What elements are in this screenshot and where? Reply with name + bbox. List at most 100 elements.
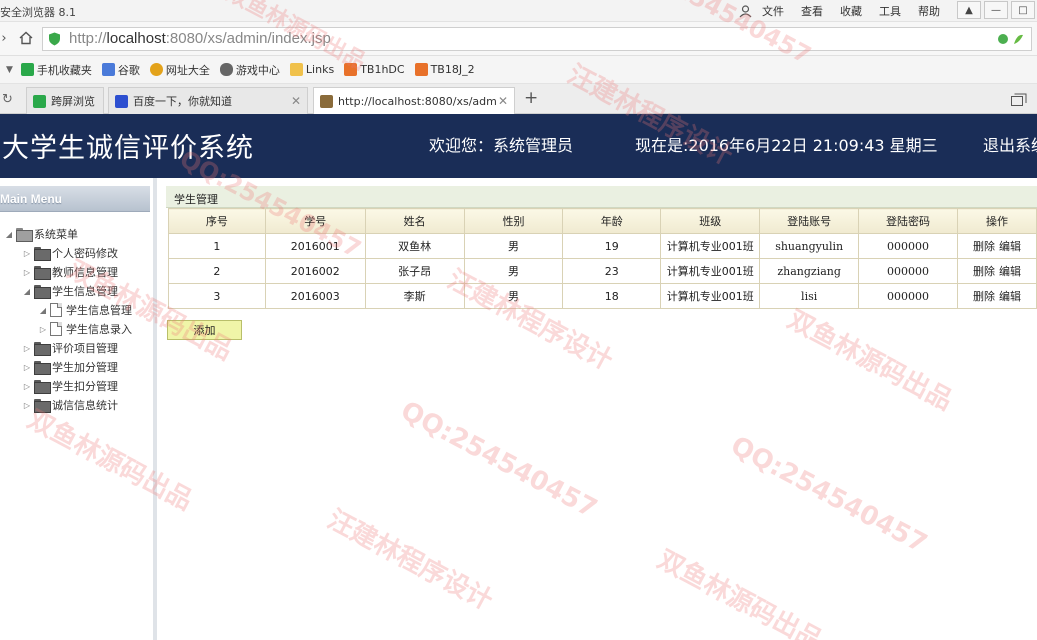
column-header: 学号 [264, 208, 366, 234]
sidebar-item-evaluation[interactable]: ▷ 评价项目管理 [22, 340, 118, 356]
table-cell: 2016003 [264, 283, 366, 309]
edit-link[interactable]: 编辑 [999, 240, 1021, 253]
sidebar-item-deduction[interactable]: ▷ 学生扣分管理 [22, 378, 118, 394]
column-header: 班级 [660, 208, 761, 234]
bookmark-game-center[interactable]: 游戏中心 [219, 62, 280, 78]
tab-baidu[interactable]: 百度一下，你就知道 ✕ [108, 87, 308, 114]
column-header: 年龄 [562, 208, 662, 234]
url-input[interactable]: http://localhost:8080/xs/admin/index.jsp [42, 27, 1032, 51]
bookmarks-bar: ▼ 手机收藏夹 谷歌 网址大全 游戏中心 Links TB1hDC TB18J_… [0, 56, 1037, 84]
delete-link[interactable]: 删除 [973, 265, 995, 278]
baidu-icon [115, 94, 128, 108]
sidebar-item-statistics[interactable]: ▷ 诚信信息统计 [22, 397, 118, 413]
sidebar-item-teachers[interactable]: ▷ 教师信息管理 [22, 264, 118, 280]
tab-localhost[interactable]: http://localhost:8080/xs/adm ✕ [313, 87, 515, 115]
delete-link[interactable]: 删除 [973, 290, 995, 303]
tree-root[interactable]: ◢ 系统菜单 [4, 226, 78, 242]
forward-icon[interactable]: › [0, 30, 12, 46]
bookmark-google[interactable]: 谷歌 [101, 62, 140, 78]
add-button[interactable]: 添加 [167, 320, 242, 340]
bookmark-mobile-favorites[interactable]: 手机收藏夹 [20, 62, 92, 78]
table-cell: 男 [463, 233, 564, 259]
actions-cell: 删除 编辑 [956, 258, 1037, 284]
column-header: 登陆账号 [759, 208, 860, 234]
student-table: 序号 学号 姓名 性别 年龄 班级 登陆账号 登陆密码 操作 1 2016001… [168, 208, 1037, 309]
collapsed-arrow-icon[interactable]: ▷ [22, 268, 32, 277]
folder-open-icon [34, 285, 51, 299]
user-icon[interactable] [738, 4, 752, 18]
minimize-button[interactable]: — [984, 1, 1008, 19]
table-cell: 1 [168, 233, 266, 259]
logout-link[interactable]: 退出系统 [983, 132, 1037, 156]
actions-cell: 删除 编辑 [956, 283, 1037, 309]
table-cell: 000000 [858, 283, 958, 309]
collapsed-arrow-icon[interactable]: ▷ [22, 249, 32, 258]
table-cell: 计算机专业001班 [660, 258, 761, 284]
column-header: 登陆密码 [858, 208, 958, 234]
table-cell: 计算机专业001班 [660, 283, 761, 309]
home-icon[interactable] [18, 30, 34, 46]
panel-title: 学生管理 [166, 186, 1037, 208]
table-row: 2 2016002 张子昂 男 23 计算机专业001班 zhangziang … [168, 258, 1037, 284]
table-cell: 3 [168, 283, 266, 309]
tb-icon [414, 63, 428, 76]
table-cell: 李斯 [364, 283, 465, 309]
bookmark-tb1hdc[interactable]: TB1hDC [344, 63, 405, 76]
folder-icon [34, 380, 51, 394]
delete-link[interactable]: 删除 [973, 240, 995, 253]
phone-icon [20, 63, 34, 76]
menu-favorites[interactable]: 收藏 [840, 3, 862, 19]
table-header-row: 序号 学号 姓名 性别 年龄 班级 登陆账号 登陆密码 操作 [168, 208, 1037, 234]
extension-icon[interactable] [997, 32, 1025, 49]
menu-help[interactable]: 帮助 [918, 3, 940, 19]
menu-file[interactable]: 文件 [762, 3, 784, 19]
close-icon[interactable]: ✕ [498, 94, 508, 108]
collapsed-arrow-icon[interactable]: ▷ [22, 382, 32, 391]
tab-list-icon[interactable] [1011, 93, 1027, 109]
table-cell: 2 [168, 258, 266, 284]
tab-cross-screen[interactable]: 跨屏浏览 [26, 87, 104, 114]
expanded-arrow-icon[interactable]: ◢ [22, 287, 32, 296]
close-icon[interactable]: ✕ [291, 94, 301, 108]
new-tab-button[interactable]: + [524, 88, 538, 108]
maximize-button[interactable]: □ [1011, 1, 1035, 19]
browser-app-title: 安全浏览器 8.1 [0, 6, 76, 19]
collapsed-arrow-icon[interactable]: ▷ [22, 401, 32, 410]
bookmark-dropdown-icon[interactable]: ▼ [6, 65, 13, 75]
sidebar-subitem-student-manage[interactable]: ◢ 学生信息管理 [38, 302, 132, 318]
table-cell: 2016001 [264, 233, 366, 259]
address-toolbar: › http://localhost:8080/xs/admin/index.j… [0, 22, 1037, 56]
bookmark-tb18j[interactable]: TB18J_2 [414, 63, 475, 76]
tb-icon [344, 63, 358, 76]
collapsed-arrow-icon[interactable]: ▷ [22, 363, 32, 372]
sidebar-subitem-student-add[interactable]: ▷ 学生信息录入 [38, 321, 132, 337]
edit-link[interactable]: 编辑 [999, 265, 1021, 278]
collapsed-arrow-icon[interactable]: ▷ [22, 344, 32, 353]
menu-view[interactable]: 查看 [801, 3, 823, 19]
tab-strip: ↻ 跨屏浏览 百度一下，你就知道 ✕ http://localhost:8080… [0, 84, 1037, 115]
edit-link[interactable]: 编辑 [999, 290, 1021, 303]
app-header: 大学生诚信评价系统 欢迎您：系统管理员 现在是:2016年6月22日 21:09… [0, 114, 1037, 178]
table-cell: 23 [562, 258, 662, 284]
browser-titlebar: 安全浏览器 8.1 文件 查看 收藏 工具 帮助 ▲ — □ [0, 0, 1037, 22]
bookmark-links-folder[interactable]: Links [289, 63, 334, 76]
sidebar-item-bonus[interactable]: ▷ 学生加分管理 [22, 359, 118, 375]
menu-tools[interactable]: 工具 [879, 3, 901, 19]
folder-icon [34, 342, 51, 356]
table-row: 3 2016003 李斯 男 18 计算机专业001班 lisi 000000 … [168, 283, 1037, 309]
folder-icon [16, 228, 33, 242]
table-row: 1 2016001 双鱼林 男 19 计算机专业001班 shuangyulin… [168, 233, 1037, 259]
main-content: 学生管理 序号 学号 姓名 性别 年龄 班级 登陆账号 登陆密码 操作 1 20… [166, 186, 1037, 640]
table-cell: 18 [562, 283, 662, 309]
restore-icon[interactable]: ↻ [2, 92, 13, 107]
sidebar-item-students[interactable]: ◢ 学生信息管理 [22, 283, 118, 299]
gamepad-icon [219, 63, 233, 76]
shirt-skin-icon[interactable]: ▲ [957, 1, 981, 19]
window-controls: ▲ — □ [954, 1, 1035, 19]
folder-icon [34, 399, 51, 413]
actions-cell: 删除 编辑 [956, 233, 1037, 259]
bookmark-web-directory[interactable]: 网址大全 [149, 62, 210, 78]
expanded-arrow-icon[interactable]: ◢ [4, 230, 14, 239]
sidebar-item-password[interactable]: ▷ 个人密码修改 [22, 245, 118, 261]
folder-icon [34, 361, 51, 375]
